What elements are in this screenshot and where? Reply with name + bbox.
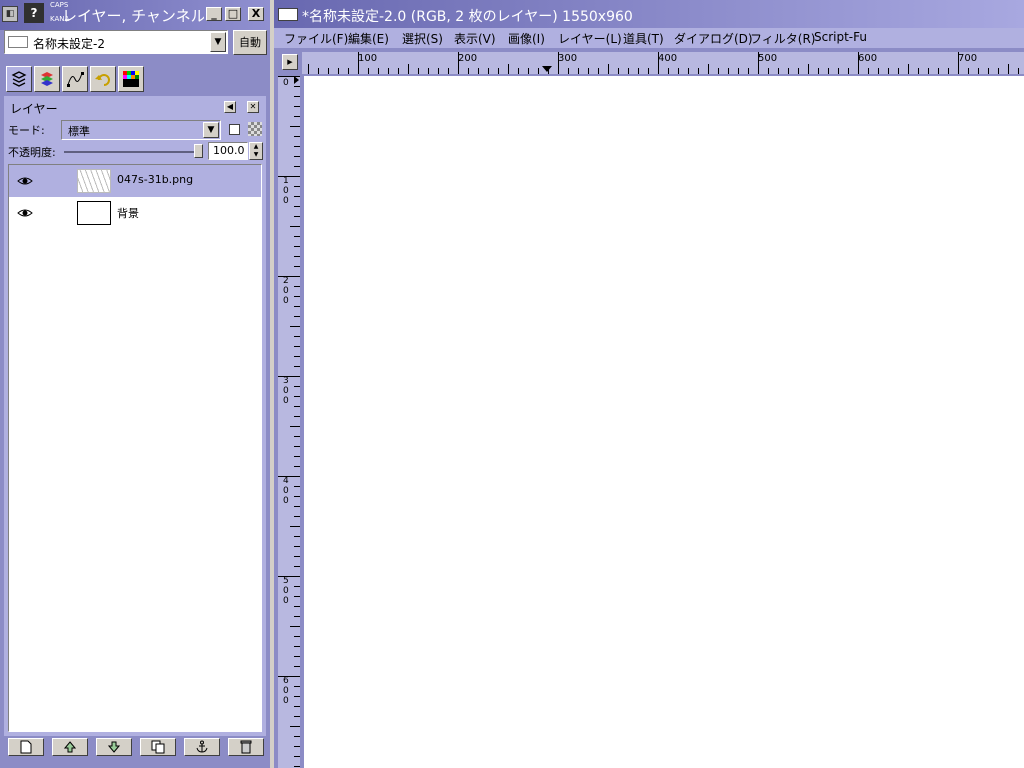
new-layer-icon[interactable] [8,738,44,756]
eye-icon[interactable] [17,205,33,221]
menu-image[interactable]: 画像(I) [508,30,545,47]
ruler-label: 400 [283,476,289,506]
ruler-label: 300 [558,53,578,64]
panel-menu-icon[interactable]: ◀ [224,101,236,113]
chevron-down-icon[interactable]: ▼ [210,32,226,52]
image-titlebar[interactable]: *名称未設定-2.0 (RGB, 2 枚のレイヤー) 1550x960 [274,0,1024,30]
ruler-label: 600 [858,53,878,64]
menu-filters[interactable]: フィルタ(R) [750,30,815,47]
image-selector[interactable]: 名称未設定-2 ▼ [4,30,228,54]
raise-layer-icon[interactable] [52,738,88,756]
image-window-icon[interactable] [278,8,298,21]
auto-button[interactable]: 自動 [233,30,267,55]
quick-mask-icon[interactable]: ▶ [282,54,298,70]
menubar: ファイル(F) 編集(E) 選択(S) 表示(V) 画像(I) レイヤー(L) … [274,28,1024,48]
ruler-label: 700 [958,53,978,64]
layer-thumbnail [77,201,111,225]
layer-name[interactable]: 背景 [117,205,139,221]
ruler-label: 100 [283,176,289,206]
opacity-label: 不透明度: [8,146,56,159]
mode-value: 標準 [68,125,90,138]
close-icon[interactable]: ✕ [247,101,259,113]
layer-name[interactable]: 047s-31b.png [117,173,193,186]
panel-title: レイヤー [10,102,58,116]
close-button[interactable]: X [248,7,264,21]
menu-file[interactable]: ファイル(F) [284,30,348,47]
ime-indicator: ? [24,3,44,23]
menu-dialogs[interactable]: ダイアログ(D) [674,30,753,47]
layer-list: 047s-31b.png 背景 [8,164,262,732]
dock-titlebar[interactable]: ◧ ? CAPS KANA レイヤー, チャンネル, パス, ... _ □ X [0,0,270,30]
ruler-label: 0 [283,78,289,88]
maximize-button[interactable]: □ [225,7,241,21]
palette-icon[interactable] [118,66,144,92]
ruler-label: 200 [458,53,478,64]
keep-transparency-checkbox[interactable] [229,124,240,135]
opacity-slider-thumb[interactable] [194,144,203,158]
dock-title: レイヤー, チャンネル, パス, ... [62,7,204,25]
layers-panel: レイヤー ◀ ✕ モード: 標準 ▼ 不透明度: 100.0 ▲ ▼ 047s-3… [4,96,266,736]
app-icon[interactable]: ◧ [2,6,18,22]
mode-select[interactable]: 標準 ▼ [61,120,221,140]
anchor-layer-icon[interactable] [184,738,220,756]
menu-script-fu[interactable]: Script-Fu [814,30,867,44]
undo-icon[interactable] [90,66,116,92]
layer-row[interactable]: 背景 [9,197,261,229]
horizontal-ruler[interactable]: 100 200 300 400 500 600 700 [302,52,1024,74]
eye-icon[interactable] [17,173,33,189]
ruler-label: 100 [358,53,378,64]
image-window: *名称未設定-2.0 (RGB, 2 枚のレイヤー) 1550x960 ファイル… [274,0,1024,768]
image-title: *名称未設定-2.0 (RGB, 2 枚のレイヤー) 1550x960 [302,9,633,25]
ruler-label: 500 [758,53,778,64]
menu-layer[interactable]: レイヤー(L) [558,30,622,47]
layer-toolbar [4,738,266,758]
image-canvas[interactable] [304,76,1024,768]
opacity-input[interactable]: 100.0 [208,142,248,160]
ruler-label: 500 [283,576,289,606]
opacity-spin-button[interactable]: ▲ ▼ [249,142,263,160]
menu-edit[interactable]: 編集(E) [348,30,389,47]
ruler-label: 600 [283,676,289,706]
minimize-button[interactable]: _ [206,7,222,21]
layers-icon[interactable] [6,66,32,92]
layer-thumbnail [77,169,111,193]
mode-label: モード: [8,124,45,137]
layer-row[interactable]: 047s-31b.png [9,165,261,197]
opacity-slider[interactable] [64,151,202,153]
lower-layer-icon[interactable] [96,738,132,756]
chevron-down-icon[interactable]: ▼ [203,122,219,138]
delete-layer-icon[interactable] [228,738,264,756]
vertical-ruler[interactable]: 0 100 200 300 400 500 600 [278,76,300,768]
channels-icon[interactable] [34,66,60,92]
duplicate-layer-icon[interactable] [140,738,176,756]
dock-tabs [4,64,266,94]
ruler-label: 400 [658,53,678,64]
transparency-icon [248,122,262,136]
menu-select[interactable]: 選択(S) [402,30,443,47]
ruler-label: 300 [283,376,289,406]
menu-view[interactable]: 表示(V) [454,30,496,47]
image-thumbnail [8,36,28,48]
layers-dock-window: ◧ ? CAPS KANA レイヤー, チャンネル, パス, ... _ □ X… [0,0,270,768]
menu-tools[interactable]: 道具(T) [623,30,664,47]
ruler-label: 200 [283,276,289,306]
image-selector-label: 名称未設定-2 [33,37,105,51]
paths-icon[interactable] [62,66,88,92]
